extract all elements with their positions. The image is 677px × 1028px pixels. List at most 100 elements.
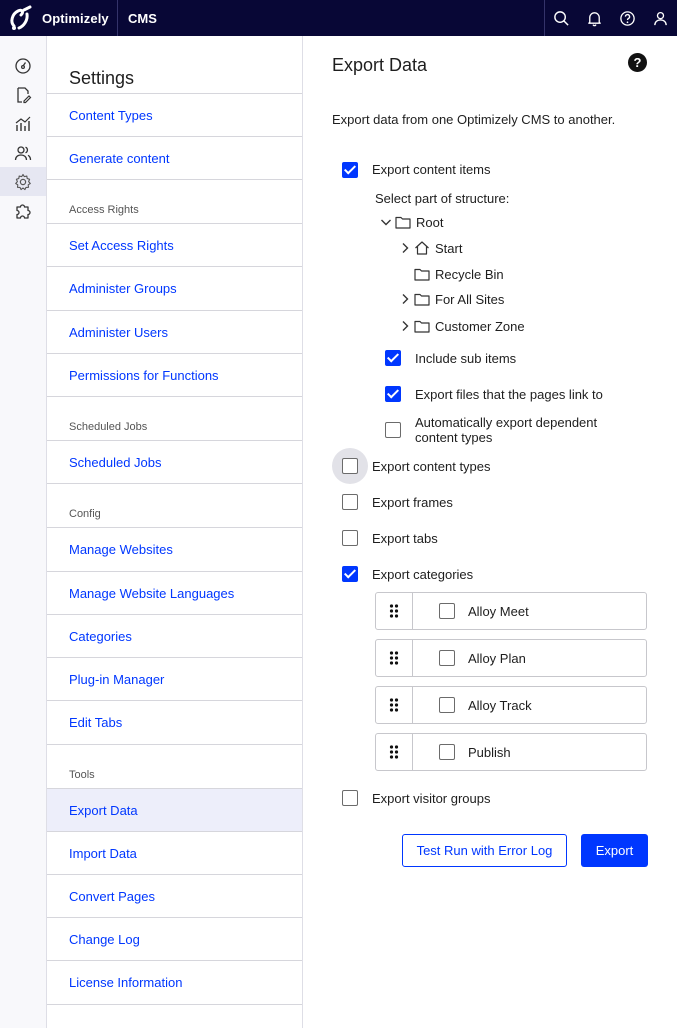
edit-icon [17, 86, 32, 103]
nav-item-set-access-rights[interactable]: Set Access Rights [47, 224, 302, 267]
settings-icon [15, 173, 31, 190]
page-help-button[interactable]: ? [628, 53, 647, 72]
nav-item-import-data[interactable]: Import Data [47, 832, 302, 875]
export-frames-checkbox[interactable] [342, 494, 358, 510]
addons-icon [16, 203, 31, 219]
intro-text: Export data from one Optimizely CMS to a… [332, 112, 616, 127]
export-files-checkbox[interactable] [385, 386, 401, 402]
category-checkbox[interactable] [439, 744, 455, 760]
folder-icon [414, 320, 430, 333]
settings-title: Settings [47, 36, 302, 94]
drag-handle-icon [389, 651, 399, 665]
rail-users[interactable] [0, 138, 46, 167]
drag-handle[interactable] [376, 687, 413, 723]
rail-addons[interactable] [0, 196, 46, 225]
analytics-icon [15, 116, 31, 131]
category-checkbox[interactable] [439, 697, 455, 713]
drag-handle[interactable] [376, 593, 413, 629]
rail-settings[interactable] [0, 167, 46, 196]
page-title: Export Data [332, 55, 428, 75]
folder-icon [414, 293, 430, 306]
drag-handle[interactable] [376, 734, 413, 770]
export-button[interactable]: Export [581, 834, 648, 867]
bell-icon [588, 11, 601, 26]
nav-item-plug-in-manager[interactable]: Plug-in Manager [47, 658, 302, 701]
auto-export-dependent-label: Automatically export dependent content t… [415, 415, 597, 445]
nav-group-tools: Tools [47, 745, 302, 789]
rail-edit[interactable] [0, 80, 46, 109]
auto-export-dependent-checkbox[interactable] [385, 422, 401, 438]
export-tabs-checkbox[interactable] [342, 530, 358, 546]
settings-nav: Settings Content Types Generate content … [47, 36, 303, 1028]
export-content-items-label: Export content items [372, 162, 491, 177]
user-button[interactable] [644, 0, 677, 36]
main-panel: Export Data ? Export data from one Optim… [303, 36, 677, 1028]
tree-node-label: Recycle Bin [435, 266, 504, 282]
brand[interactable]: Optimizely [0, 0, 118, 36]
nav-item-content-types[interactable]: Content Types [47, 94, 302, 137]
category-item[interactable]: Alloy Plan [375, 639, 647, 677]
tree-node-label: Root [416, 214, 444, 230]
category-item[interactable]: Publish [375, 733, 647, 771]
export-content-types-label: Export content types [372, 459, 491, 474]
chevron-right-icon[interactable] [399, 293, 411, 305]
nav-item-change-log[interactable]: Change Log [47, 918, 302, 961]
drag-handle[interactable] [376, 640, 413, 676]
category-item[interactable]: Alloy Track [375, 686, 647, 724]
category-item[interactable]: Alloy Meet [375, 592, 647, 630]
structure-label: Select part of structure: [375, 191, 510, 206]
tree-node-start[interactable]: Start [399, 239, 462, 257]
nav-item-scheduled-jobs[interactable]: Scheduled Jobs [47, 441, 302, 484]
tree-node-for-all-sites[interactable]: For All Sites [399, 290, 504, 308]
auto-export-dependent-line1: Automatically export dependent [415, 415, 598, 430]
nav-item-manage-websites[interactable]: Manage Websites [47, 528, 302, 572]
rail-analytics[interactable] [0, 109, 46, 138]
dashboard-icon [15, 57, 31, 74]
chevron-right-icon[interactable] [399, 242, 411, 254]
export-tabs-label: Export tabs [372, 531, 438, 546]
test-run-button[interactable]: Test Run with Error Log [402, 834, 567, 867]
product-name: CMS [128, 10, 157, 26]
optimizely-logo-icon [10, 5, 32, 30]
brand-name: Optimizely [42, 10, 109, 26]
drag-handle-icon [389, 745, 399, 759]
top-actions [544, 0, 677, 36]
category-checkbox[interactable] [439, 603, 455, 619]
nav-item-categories[interactable]: Categories [47, 615, 302, 658]
export-content-types-checkbox[interactable] [342, 458, 358, 474]
nav-item-administer-groups[interactable]: Administer Groups [47, 267, 302, 311]
export-visitor-groups-label: Export visitor groups [372, 791, 491, 806]
nav-item-convert-pages[interactable]: Convert Pages [47, 875, 302, 918]
nav-item-license-information[interactable]: License Information [47, 961, 302, 1005]
tree-node-root[interactable]: Root [380, 213, 443, 231]
export-categories-checkbox[interactable] [342, 566, 358, 582]
include-sub-items-label: Include sub items [415, 351, 517, 366]
nav-item-generate-content[interactable]: Generate content [47, 137, 302, 180]
tree-node-customer-zone[interactable]: Customer Zone [399, 317, 525, 335]
rail-dashboard[interactable] [0, 51, 46, 80]
chevron-right-icon[interactable] [399, 320, 411, 332]
users-icon [14, 145, 32, 160]
auto-export-dependent-line2: content types [415, 430, 493, 445]
nav-item-administer-users[interactable]: Administer Users [47, 311, 302, 354]
category-label: Alloy Plan [468, 651, 526, 666]
include-sub-items-checkbox[interactable] [385, 350, 401, 366]
drag-handle-icon [389, 698, 399, 712]
notifications-button[interactable] [578, 0, 611, 36]
category-label: Alloy Meet [468, 604, 529, 619]
nav-item-edit-tabs[interactable]: Edit Tabs [47, 701, 302, 745]
export-categories-label: Export categories [372, 567, 474, 582]
folder-icon [414, 268, 430, 281]
tree-node-recycle-bin[interactable]: Recycle Bin [414, 265, 504, 283]
search-button[interactable] [545, 0, 578, 36]
help-button[interactable] [611, 0, 644, 36]
icon-rail [0, 36, 47, 1028]
export-content-items-checkbox[interactable] [342, 162, 358, 178]
nav-item-export-data[interactable]: Export Data [47, 789, 302, 832]
export-visitor-groups-checkbox[interactable] [342, 790, 358, 806]
chevron-down-icon[interactable] [380, 216, 392, 228]
category-checkbox[interactable] [439, 650, 455, 666]
nav-item-permissions-for-functions[interactable]: Permissions for Functions [47, 354, 302, 397]
tree-node-label: Customer Zone [435, 318, 525, 334]
nav-item-manage-website-languages[interactable]: Manage Website Languages [47, 572, 302, 615]
